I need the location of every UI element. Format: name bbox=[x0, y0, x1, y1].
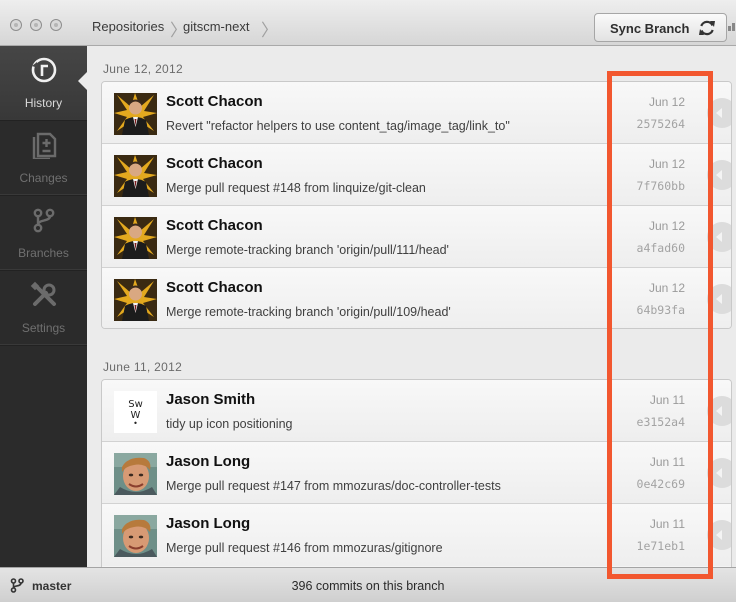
commit-author: Jason Smith bbox=[166, 391, 256, 408]
status-bar: master 396 commits on this branch bbox=[0, 567, 736, 602]
app-window: Repositories 〉 gitscm-next 〉 Sync Branch bbox=[0, 0, 736, 602]
sync-branch-button[interactable]: Sync Branch bbox=[594, 13, 727, 42]
settings-tools-icon bbox=[30, 281, 56, 306]
refresh-icon bbox=[699, 20, 715, 36]
commit-history-list[interactable]: June 12, 2012 Scott Chacon Revert "refact… bbox=[87, 46, 736, 567]
commit-date: Jun 12 bbox=[648, 281, 685, 295]
chevron-left-icon bbox=[716, 294, 722, 304]
sidebar-item-history[interactable]: History bbox=[0, 46, 87, 121]
history-clock-icon bbox=[31, 57, 57, 83]
breadcrumb-repo[interactable]: gitscm-next bbox=[183, 19, 249, 34]
title-bar: Repositories 〉 gitscm-next 〉 Sync Branch bbox=[0, 0, 736, 46]
breadcrumb-repositories[interactable]: Repositories bbox=[92, 19, 164, 34]
commit-message: Merge pull request #146 from mmozuras/gi… bbox=[166, 541, 443, 555]
sync-branch-label: Sync Branch bbox=[610, 21, 690, 36]
commit-author: Scott Chacon bbox=[166, 217, 263, 234]
commit-count: 396 commits on this branch bbox=[291, 579, 445, 593]
commit-sha: e3152a4 bbox=[636, 415, 685, 429]
commit-group: Sw W • Jason Smith tidy up icon positioning J… bbox=[101, 379, 732, 567]
chevron-left-icon bbox=[716, 232, 722, 242]
commit-author: Scott Chacon bbox=[166, 279, 263, 296]
commit-date: Jun 11 bbox=[649, 455, 685, 469]
sidebar-item-label: Branches bbox=[18, 246, 69, 260]
commit-message: Merge remote-tracking branch 'origin/pul… bbox=[166, 243, 449, 257]
commit-row[interactable]: Sw W • Jason Smith tidy up icon positioning J… bbox=[102, 380, 731, 442]
avatar bbox=[114, 217, 157, 259]
commit-sha: 7f760bb bbox=[636, 179, 685, 193]
commit-sha: 64b93fa bbox=[636, 303, 685, 317]
avatar: Sw W • bbox=[114, 391, 157, 433]
avatar bbox=[114, 93, 157, 135]
avatar bbox=[114, 279, 157, 321]
commit-date: Jun 11 bbox=[649, 393, 685, 407]
breadcrumb-separator-icon: 〉 bbox=[261, 21, 278, 40]
commit-row[interactable]: Scott Chacon Merge pull request #148 from… bbox=[102, 144, 731, 206]
svg-text:Sw: Sw bbox=[128, 399, 143, 410]
avatar bbox=[114, 155, 157, 197]
toolbar-overflow-icon[interactable] bbox=[728, 23, 736, 31]
svg-text:•: • bbox=[133, 419, 138, 428]
commit-sha: 1e71eb1 bbox=[636, 539, 685, 553]
sidebar-item-label: Settings bbox=[21, 321, 66, 335]
sidebar-item-changes[interactable]: Changes bbox=[0, 121, 87, 196]
avatar bbox=[114, 515, 157, 557]
sidebar-item-label: History bbox=[24, 96, 63, 110]
commit-date: Jun 12 bbox=[648, 157, 685, 171]
commit-author: Jason Long bbox=[166, 453, 251, 470]
commit-row[interactable]: Scott Chacon Merge remote-tracking branch… bbox=[102, 206, 731, 268]
commit-message: Merge pull request #147 from mmozuras/do… bbox=[166, 479, 501, 493]
avatar bbox=[114, 453, 157, 495]
sidebar-item-branches[interactable]: Branches bbox=[0, 196, 87, 271]
sidebar-item-settings[interactable]: Settings bbox=[0, 271, 87, 346]
commit-group: Scott Chacon Revert "refactor helpers to … bbox=[101, 81, 732, 329]
close-window-button[interactable] bbox=[10, 19, 22, 31]
commit-date: Jun 11 bbox=[649, 517, 685, 531]
commit-message: tidy up icon positioning bbox=[166, 417, 293, 431]
zoom-window-button[interactable] bbox=[50, 19, 62, 31]
commit-row[interactable]: Scott Chacon Merge remote-tracking branch… bbox=[102, 268, 731, 328]
commit-author: Scott Chacon bbox=[166, 155, 263, 172]
commit-author: Scott Chacon bbox=[166, 93, 263, 110]
commit-row[interactable]: Jason Long Merge pull request #146 from m… bbox=[102, 504, 731, 566]
date-header: June 12, 2012 bbox=[103, 62, 183, 76]
chevron-left-icon bbox=[716, 530, 722, 540]
commit-sha: 0e42c69 bbox=[636, 477, 685, 491]
commit-message: Merge pull request #148 from linquize/gi… bbox=[166, 181, 426, 195]
chevron-left-icon bbox=[716, 170, 722, 180]
commit-row[interactable]: Scott Chacon Revert "refactor helpers to … bbox=[102, 82, 731, 144]
chevron-left-icon bbox=[716, 468, 722, 478]
chevron-left-icon bbox=[716, 406, 722, 416]
commit-date: Jun 12 bbox=[648, 95, 685, 109]
commit-date: Jun 12 bbox=[648, 219, 685, 233]
branch-icon bbox=[33, 208, 55, 233]
commit-sha: 2575264 bbox=[636, 117, 685, 131]
changes-document-icon bbox=[32, 132, 57, 159]
commit-message: Revert "refactor helpers to use content_… bbox=[166, 119, 510, 133]
date-header: June 11, 2012 bbox=[103, 360, 183, 374]
commit-sha: a4fad60 bbox=[636, 241, 685, 255]
chevron-left-icon bbox=[716, 108, 722, 118]
sidebar: History Changes Branches Settings bbox=[0, 46, 87, 567]
sidebar-item-label: Changes bbox=[19, 171, 68, 185]
commit-message: Merge remote-tracking branch 'origin/pul… bbox=[166, 305, 451, 319]
commit-author: Jason Long bbox=[166, 515, 251, 532]
commit-row[interactable]: Jason Long Merge pull request #147 from m… bbox=[102, 442, 731, 504]
minimize-window-button[interactable] bbox=[30, 19, 42, 31]
